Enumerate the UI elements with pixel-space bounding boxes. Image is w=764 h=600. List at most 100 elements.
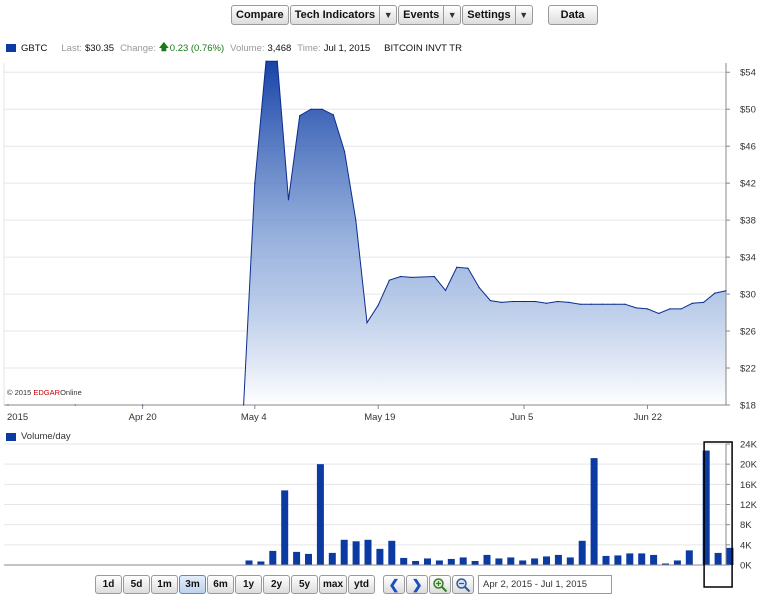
y-tick-label: 4K bbox=[740, 540, 752, 551]
y-tick-label: 24K bbox=[740, 440, 758, 451]
price-point bbox=[501, 301, 503, 303]
volume-swatch bbox=[6, 432, 16, 441]
volume-bar bbox=[650, 554, 658, 565]
y-tick-label: $26 bbox=[740, 327, 756, 338]
range-max-button[interactable]: max bbox=[319, 575, 348, 594]
y-tick-label: 0K bbox=[740, 561, 752, 572]
range-2y-button[interactable]: 2y bbox=[263, 575, 290, 594]
range-1m-button[interactable]: 1m bbox=[151, 575, 178, 594]
zoom-out-button[interactable] bbox=[452, 575, 475, 594]
price-point bbox=[7, 404, 9, 406]
volume-bar bbox=[388, 540, 396, 565]
price-point bbox=[242, 404, 245, 406]
price-point bbox=[343, 151, 346, 153]
y-tick-label: $54 bbox=[740, 68, 756, 79]
price-point bbox=[523, 300, 525, 303]
price-point bbox=[635, 307, 637, 309]
volume-bar bbox=[638, 553, 646, 565]
volume-bar bbox=[602, 555, 610, 565]
price-point bbox=[478, 287, 480, 289]
volume-bar bbox=[626, 553, 634, 565]
volume-bar bbox=[352, 541, 360, 565]
price-point bbox=[669, 308, 671, 310]
price-point bbox=[299, 115, 301, 117]
price-point bbox=[287, 199, 290, 201]
price-point bbox=[557, 300, 559, 303]
volume-bar bbox=[412, 560, 420, 565]
price-point bbox=[680, 308, 682, 310]
y-tick-label: $30 bbox=[740, 290, 756, 301]
volume-bar bbox=[447, 558, 455, 565]
price-point bbox=[265, 60, 267, 62]
price-point bbox=[568, 301, 570, 303]
volume-bar bbox=[400, 557, 408, 565]
volume-bar bbox=[269, 550, 277, 565]
range-1y-button[interactable]: 1y bbox=[235, 575, 262, 594]
y-tick-label: 12K bbox=[740, 500, 758, 511]
price-point bbox=[590, 303, 592, 305]
volume-bar bbox=[305, 553, 312, 565]
price-point bbox=[702, 301, 705, 303]
price-point bbox=[534, 300, 536, 303]
date-range-field[interactable]: Apr 2, 2015 - Jul 1, 2015 bbox=[478, 575, 613, 594]
x-tick-label: May 19 bbox=[364, 412, 395, 423]
price-point bbox=[489, 299, 492, 302]
price-point bbox=[456, 266, 458, 268]
price-point bbox=[411, 276, 413, 279]
volume-bar bbox=[495, 558, 503, 565]
range-controls: 1d 5d 1m 3m 6m 1y 2y 5y max ytd ❮ ❯ Apr … bbox=[95, 575, 613, 594]
y-tick-label: $34 bbox=[740, 253, 756, 264]
volume-bar bbox=[531, 558, 539, 565]
price-point bbox=[355, 219, 357, 221]
volume-bar bbox=[519, 560, 527, 565]
volume-legend: Volume/day bbox=[6, 431, 71, 442]
zoom-in-button[interactable] bbox=[429, 575, 452, 594]
chevron-right-icon: ❯ bbox=[411, 576, 423, 592]
volume-bar bbox=[614, 555, 622, 565]
volume-bar bbox=[376, 548, 384, 565]
volume-bar bbox=[328, 552, 336, 565]
price-point bbox=[276, 60, 278, 62]
price-y-axis: $18 $22 $26 $30 $34 $38 $42 $46 $50 $54 bbox=[726, 68, 756, 412]
x-tick-label: May 4 bbox=[241, 412, 267, 423]
y-tick-label: 20K bbox=[740, 460, 758, 471]
zoom-in-icon bbox=[433, 577, 448, 592]
pan-right-button[interactable]: ❯ bbox=[406, 575, 429, 594]
range-ytd-button[interactable]: ytd bbox=[348, 575, 376, 594]
price-point bbox=[579, 303, 581, 305]
volume-bar bbox=[507, 557, 515, 565]
price-point bbox=[332, 114, 334, 116]
x-tick-label: Jun 22 bbox=[633, 412, 662, 423]
y-tick-label: $50 bbox=[740, 105, 756, 116]
price-point bbox=[254, 182, 256, 184]
y-tick-label: $38 bbox=[740, 216, 756, 227]
volume-bars bbox=[245, 450, 734, 565]
range-6m-button[interactable]: 6m bbox=[207, 575, 234, 594]
y-tick-label: $46 bbox=[740, 142, 756, 153]
pan-left-button[interactable]: ❮ bbox=[383, 575, 406, 594]
price-point bbox=[691, 302, 693, 304]
price-point bbox=[444, 289, 447, 291]
range-5d-button[interactable]: 5d bbox=[123, 575, 150, 594]
price-point bbox=[433, 275, 435, 278]
volume-bar bbox=[424, 558, 431, 565]
volume-bar bbox=[364, 539, 372, 565]
y-tick-label: 8K bbox=[740, 520, 752, 531]
price-point bbox=[310, 108, 312, 110]
price-point bbox=[377, 304, 379, 306]
price-point bbox=[388, 279, 391, 281]
price-point bbox=[646, 308, 649, 310]
volume-bar bbox=[340, 539, 348, 565]
volume-bar bbox=[483, 554, 491, 565]
price-point bbox=[321, 108, 323, 110]
x-axis: 2015 Apr 20 May 4 May 19 Jun 5 Jun 22 bbox=[7, 405, 662, 423]
range-1d-button[interactable]: 1d bbox=[95, 575, 122, 594]
volume-bar bbox=[459, 557, 467, 565]
range-5y-button[interactable]: 5y bbox=[291, 575, 318, 594]
y-tick-label: $22 bbox=[740, 364, 756, 375]
x-tick-label: Jun 5 bbox=[510, 412, 533, 423]
price-point bbox=[613, 303, 615, 305]
x-tick-label: Apr 20 bbox=[129, 412, 157, 423]
range-3m-button[interactable]: 3m bbox=[179, 575, 206, 594]
chevron-left-icon: ❮ bbox=[388, 576, 400, 592]
